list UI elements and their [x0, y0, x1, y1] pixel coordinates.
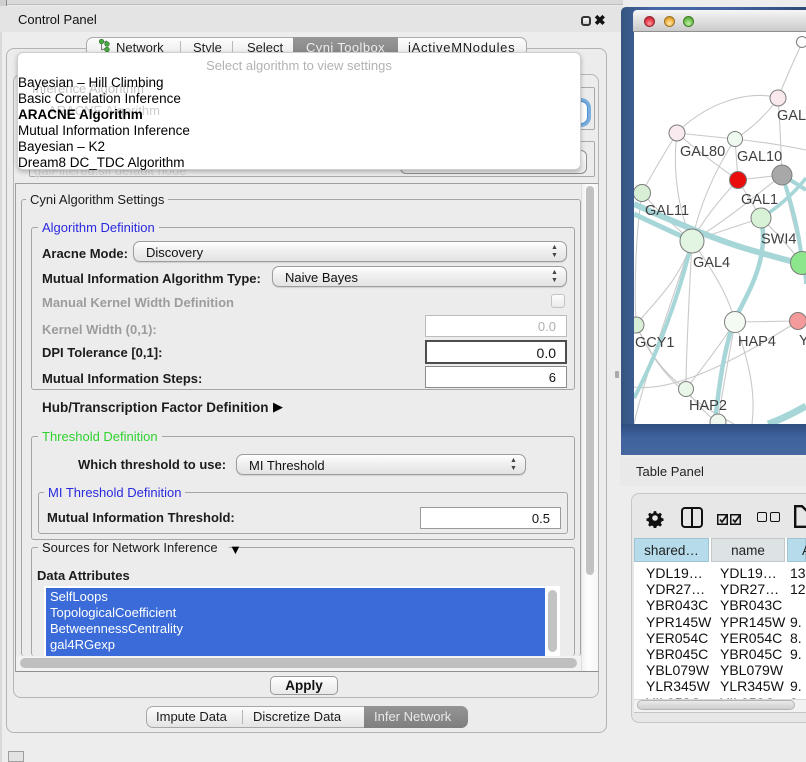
svg-text:HAP4: HAP4 — [738, 334, 776, 350]
svg-text:GAL4: GAL4 — [693, 255, 730, 271]
svg-text:HAP2: HAP2 — [689, 398, 727, 414]
svg-text:GAL1: GAL1 — [741, 192, 778, 208]
svg-text:GAL11: GAL11 — [645, 203, 689, 219]
svg-text:GAL7: GAL7 — [777, 108, 806, 124]
svg-text:GAL80: GAL80 — [680, 144, 725, 160]
svg-text:YEL0: YEL0 — [799, 333, 806, 349]
svg-text:GAL10: GAL10 — [737, 149, 782, 165]
svg-text:GCY1: GCY1 — [635, 335, 675, 351]
svg-text:SWI4: SWI4 — [761, 232, 796, 248]
